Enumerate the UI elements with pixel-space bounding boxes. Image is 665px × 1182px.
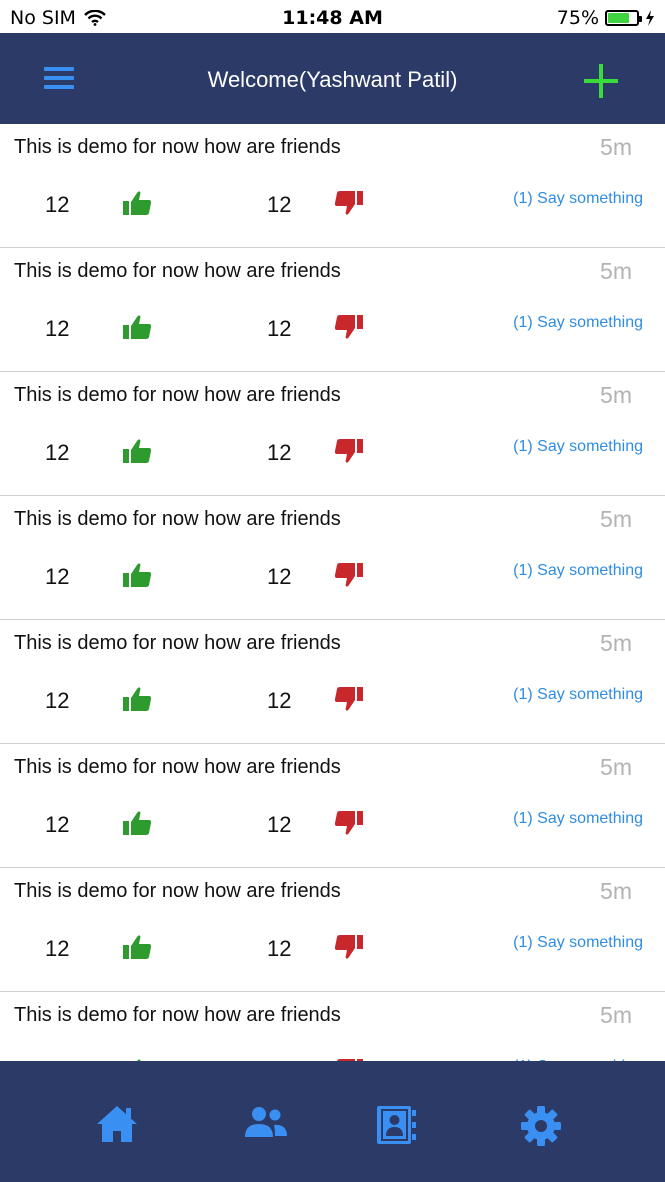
thumbs-down-icon[interactable]	[334, 810, 364, 836]
thumbs-up-icon[interactable]	[122, 438, 152, 464]
battery-group: 75%	[557, 7, 655, 29]
post-text: This is demo for now how are friends	[14, 136, 341, 158]
thumbs-down-icon[interactable]	[334, 686, 364, 712]
add-post-plus-icon[interactable]	[584, 64, 618, 98]
like-count: 12	[45, 440, 70, 465]
say-something-link[interactable]: (1) Say something	[513, 314, 643, 332]
thumbs-up-icon[interactable]	[122, 190, 152, 216]
post-item: This is demo for now how are friends 5m …	[0, 124, 665, 248]
post-text: This is demo for now how are friends	[14, 508, 341, 530]
post-time: 5m	[600, 258, 632, 284]
post-text: This is demo for now how are friends	[14, 1004, 341, 1026]
post-text: This is demo for now how are friends	[14, 384, 341, 406]
contacts-book-icon[interactable]	[375, 1105, 417, 1145]
like-count: 12	[45, 936, 70, 961]
post-item: This is demo for now how are friends 5m …	[0, 496, 665, 620]
thumbs-down-icon[interactable]	[334, 934, 364, 960]
dislike-count: 12	[267, 688, 292, 713]
battery-percent: 75%	[556, 7, 599, 29]
post-item: This is demo for now how are friends 5m …	[0, 372, 665, 496]
say-something-link[interactable]: (1) Say something	[513, 562, 643, 580]
thumbs-down-icon[interactable]	[334, 438, 364, 464]
post-item: This is demo for now how are friends 5m …	[0, 744, 665, 868]
like-count: 12	[45, 192, 70, 217]
battery-icon	[605, 10, 642, 26]
settings-gear-icon[interactable]	[520, 1105, 562, 1147]
say-something-link[interactable]: (1) Say something	[513, 190, 643, 208]
dislike-count: 12	[267, 936, 292, 961]
thumbs-up-icon[interactable]	[122, 562, 152, 588]
app-header: Welcome(Yashwant Patil)	[0, 33, 665, 124]
post-time: 5m	[600, 630, 632, 656]
dislike-count: 12	[267, 440, 292, 465]
thumbs-up-icon[interactable]	[122, 934, 152, 960]
thumbs-down-icon[interactable]	[334, 314, 364, 340]
post-feed[interactable]: This is demo for now how are friends 5m …	[0, 124, 665, 1061]
post-item: This is demo for now how are friends 5m …	[0, 620, 665, 744]
say-something-link[interactable]: (1) Say something	[513, 810, 643, 828]
like-count: 12	[45, 316, 70, 341]
dislike-count: 12	[267, 316, 292, 341]
charging-bolt-icon	[646, 10, 654, 26]
post-text: This is demo for now how are friends	[14, 260, 341, 282]
post-item: This is demo for now how are friends 5m …	[0, 868, 665, 992]
post-time: 5m	[600, 754, 632, 780]
thumbs-down-icon[interactable]	[334, 190, 364, 216]
post-item: This is demo for now how are friends 5m …	[0, 248, 665, 372]
post-text: This is demo for now how are friends	[14, 632, 341, 654]
bottom-tab-bar	[0, 1061, 665, 1182]
like-count: 12	[45, 564, 70, 589]
post-time: 5m	[600, 1002, 632, 1028]
page-title: Welcome(Yashwant Patil)	[207, 67, 458, 92]
thumbs-up-icon[interactable]	[122, 314, 152, 340]
like-count: 12	[45, 688, 70, 713]
home-icon[interactable]	[96, 1105, 138, 1143]
post-text: This is demo for now how are friends	[14, 756, 341, 778]
thumbs-down-icon[interactable]	[334, 562, 364, 588]
dislike-count: 12	[267, 564, 292, 589]
say-something-link[interactable]: (1) Say something	[513, 438, 643, 456]
dislike-count: 12	[267, 812, 292, 837]
friends-icon[interactable]	[244, 1105, 288, 1139]
post-text: This is demo for now how are friends	[14, 880, 341, 902]
like-count: 12	[45, 812, 70, 837]
say-something-link[interactable]: (1) Say something	[513, 934, 643, 952]
post-item: This is demo for now how are friends 5m …	[0, 992, 665, 1061]
thumbs-up-icon[interactable]	[122, 686, 152, 712]
status-bar: No SIM 11:48 AM 75%	[0, 0, 665, 33]
post-time: 5m	[600, 878, 632, 904]
dislike-count: 12	[267, 192, 292, 217]
post-time: 5m	[600, 134, 632, 160]
post-time: 5m	[600, 506, 632, 532]
thumbs-up-icon[interactable]	[122, 810, 152, 836]
post-time: 5m	[600, 382, 632, 408]
say-something-link[interactable]: (1) Say something	[513, 686, 643, 704]
